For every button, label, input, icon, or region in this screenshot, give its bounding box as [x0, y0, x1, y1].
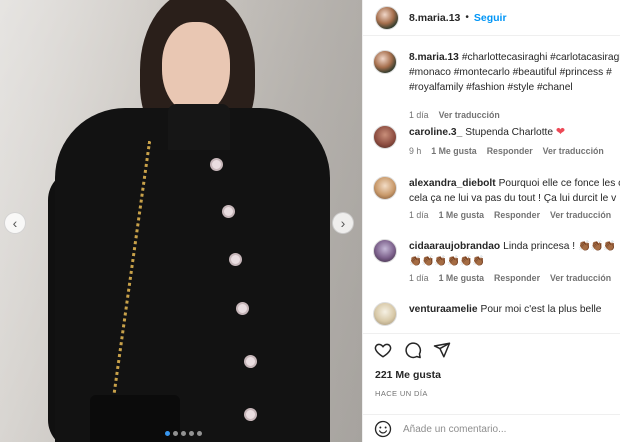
carousel-dot — [189, 431, 194, 436]
author-avatar[interactable] — [375, 5, 399, 30]
comment-icon[interactable] — [404, 341, 422, 359]
clapping-emoji: 👏🏾👏🏾👏🏾 — [577, 241, 616, 252]
comment-meta: 1 día 1 Me gusta Responder Ver traducció… — [409, 273, 611, 283]
caption-text: #royalfamily #fashion #style #chanel — [409, 82, 573, 93]
comment-likes[interactable]: 1 Me gusta — [439, 210, 484, 220]
caption-meta: 1 día Ver traducción — [409, 110, 500, 120]
reply-button[interactable]: Responder — [494, 210, 540, 220]
carousel-next-button[interactable]: › — [332, 212, 354, 234]
author-username[interactable]: 8.maria.13 — [409, 12, 460, 24]
add-comment-bar — [363, 414, 620, 442]
action-bar — [363, 333, 620, 363]
reply-button[interactable]: Responder — [487, 146, 533, 156]
author-avatar[interactable] — [373, 50, 397, 74]
chevron-right-icon: › — [340, 215, 346, 231]
jacket-button — [222, 205, 235, 218]
reply-button[interactable]: Responder — [494, 273, 540, 283]
translate-link[interactable]: Ver traducción — [550, 210, 611, 220]
comment-body: cidaaraujobrandao Linda princesa ! 👏🏾👏🏾👏🏾… — [409, 239, 620, 269]
comments-list[interactable]: 8.maria.13 #charlottecasiraghi #carlotaca… — [363, 36, 620, 333]
figure-jacket — [55, 108, 330, 442]
jacket-button — [244, 408, 257, 421]
jacket-button — [244, 355, 257, 368]
comment-body: venturaamelie Pour moi c'est la plus bell… — [409, 302, 620, 317]
comment-meta: 9 h 1 Me gusta Responder Ver traducción — [409, 146, 604, 156]
post-timestamp: HACE UN DÍA — [375, 389, 428, 398]
post-image[interactable]: ‹ › — [0, 0, 362, 442]
carousel-dot — [173, 431, 178, 436]
caption-text: #charlottecasiraghi #carlotacasiraghi — [461, 52, 620, 63]
jacket-button — [236, 302, 249, 315]
separator-dot: • — [465, 12, 469, 23]
share-icon[interactable] — [433, 341, 451, 359]
comment-text: Pourquoi elle ce fonce les c — [498, 178, 620, 189]
commenter-avatar[interactable] — [373, 176, 397, 200]
carousel-indicator — [165, 431, 202, 436]
carousel-dot — [197, 431, 202, 436]
follow-button[interactable]: Seguir — [474, 12, 507, 24]
comment-input[interactable] — [403, 421, 603, 437]
comment-likes[interactable]: 1 Me gusta — [439, 273, 484, 283]
caption-body: 8.maria.13 #charlottecasiraghi #carlotaca… — [409, 50, 620, 95]
carousel-prev-button[interactable]: ‹ — [4, 212, 26, 234]
comment-text: cela ça ne lui va pas du tout ! Ça lui d… — [409, 193, 617, 204]
jacket-button — [229, 253, 242, 266]
figure-face — [162, 22, 230, 114]
chevron-left-icon: ‹ — [12, 215, 18, 231]
likes-count[interactable]: 221 Me gusta — [375, 369, 441, 381]
comment-username[interactable]: caroline.3_ — [409, 127, 462, 138]
carousel-dot — [181, 431, 186, 436]
comment-text: Stupenda Charlotte — [465, 127, 554, 138]
jacket-button — [210, 158, 223, 171]
figure-collar — [168, 104, 230, 150]
comment-body: caroline.3_ Stupenda Charlotte ❤ — [409, 125, 620, 140]
heart-icon[interactable] — [374, 341, 392, 359]
clapping-emoji: 👏🏾👏🏾👏🏾👏🏾👏🏾👏🏾 — [409, 256, 486, 267]
translate-link[interactable]: Ver traducción — [439, 110, 500, 120]
commenter-avatar[interactable] — [373, 125, 397, 149]
caption-text: #monaco #montecarlo #beautiful #princess… — [409, 67, 612, 78]
emoji-icon[interactable] — [374, 420, 392, 438]
comment-text: Pour moi c'est la plus belle — [480, 304, 602, 315]
carousel-dot — [165, 431, 170, 436]
caption-time[interactable]: 1 día — [409, 110, 429, 120]
translate-link[interactable]: Ver traducción — [550, 273, 611, 283]
commenter-avatar[interactable] — [373, 239, 397, 263]
comment-likes[interactable]: 1 Me gusta — [431, 146, 476, 156]
comment-body: alexandra_diebolt Pourquoi elle ce fonce … — [409, 176, 620, 206]
comment-time[interactable]: 9 h — [409, 146, 421, 156]
comment-username[interactable]: venturaamelie — [409, 304, 478, 315]
comment-text: Linda princesa ! — [503, 241, 576, 252]
translate-link[interactable]: Ver traducción — [543, 146, 604, 156]
commenter-avatar[interactable] — [373, 302, 397, 326]
comment-time[interactable]: 1 día — [409, 273, 429, 283]
comment-username[interactable]: cidaaraujobrandao — [409, 241, 500, 252]
red-heart-icon: ❤ — [555, 126, 566, 138]
comment-meta: 1 día 1 Me gusta Responder Ver traducció… — [409, 210, 611, 220]
instagram-post: ‹ › 8.maria.13 • Seguir 8.maria.13#char — [0, 0, 620, 442]
comment-username[interactable]: alexandra_diebolt — [409, 178, 496, 189]
post-header: 8.maria.13 • Seguir — [363, 0, 620, 36]
comment-time[interactable]: 1 día — [409, 210, 429, 220]
caption-username[interactable]: 8.maria.13 — [409, 52, 459, 63]
post-side-panel: 8.maria.13 • Seguir 8.maria.13 #charlotte… — [362, 0, 620, 442]
